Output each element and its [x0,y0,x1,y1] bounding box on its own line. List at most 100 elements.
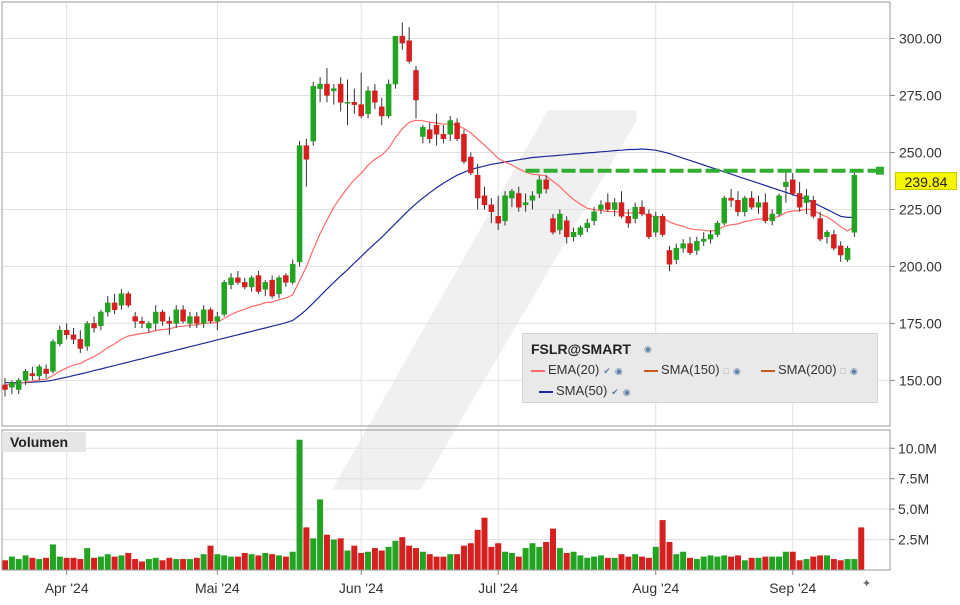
candle-body [666,250,673,265]
date-tick-label: Apr '24 [45,580,89,596]
candle-body [214,316,221,322]
volume-bar [337,538,344,570]
candle-body [536,179,543,194]
candle-body [673,247,680,260]
candle-body [406,40,412,62]
candle-body [783,181,789,187]
volume-bar [43,557,50,570]
candle-body [118,293,125,306]
candle-body [413,70,419,101]
settings-icon[interactable]: ◉ [615,366,623,376]
candle-body [29,373,36,377]
candle-body [440,133,447,140]
candle-body [317,83,323,89]
candle-body [447,120,453,135]
volume-tick-label: 10.0M [898,440,937,456]
volume-bar [221,555,228,570]
volume-bar [782,551,789,570]
candle-body [639,206,645,215]
legend-item-ema20[interactable]: EMA(20) ✔ ◉ [531,362,623,377]
candle-body [762,202,769,222]
checkbox-icon[interactable]: □ [724,366,729,376]
candle-body [296,145,303,263]
price-tick-label: 275.00 [899,87,942,103]
candle-body [694,241,700,251]
volume-bar [152,557,159,570]
indicator-legend: FSLR@SMART ◉ EMA(20) ✔ ◉ SMA(150) □ ◉ SMA(20… [522,333,878,403]
candle-body [242,282,248,288]
check-icon[interactable]: ✔ [611,387,619,397]
volume-bar [433,556,440,570]
scroll-right-icon[interactable]: ✦ [862,577,871,590]
volume-bar [2,560,8,570]
candle-body [776,195,782,215]
candle-body [255,275,262,292]
volume-bar [693,559,700,570]
volume-bar [193,557,200,570]
volume-bar [84,548,91,570]
candle-body [91,323,97,329]
settings-icon[interactable]: ◉ [733,366,741,376]
watermark-logo [332,110,637,490]
volume-panel-label: Volumen [2,432,86,452]
candle-body [721,197,727,224]
candle-body [132,316,138,322]
volume-bar [419,551,426,570]
legend-item-sma200[interactable]: SMA(200) □ ◉ [761,362,858,377]
candle-body [646,213,652,238]
volume-bar [97,556,104,570]
settings-icon[interactable]: ◉ [850,366,858,376]
check-icon[interactable]: ✔ [603,366,611,376]
price-tick-label: 300.00 [899,30,942,46]
candle-body [399,35,406,44]
candle-body [584,222,590,228]
volume-bar [447,554,454,570]
volume-bar [330,539,337,570]
volume-bar [15,559,22,570]
volume-bar [741,560,748,570]
volume-bar [721,555,728,570]
volume-bar [639,556,646,570]
volume-bar [844,559,851,570]
legend-pin-icon[interactable]: ◉ [644,344,652,355]
volume-bar [132,559,139,570]
fslr-chart-svg: 150.00 175.00 200.00 225.00 250.00 275.00 300.… [1,1,942,596]
candle-body [591,211,597,222]
legend-item-sma50[interactable]: SMA(50) ✔ ◉ [539,383,631,398]
candle-body [509,190,515,199]
candle-body [276,277,282,295]
volume-bar [323,534,330,570]
legend-label-sma150: SMA(150) [661,362,720,377]
candle-body [707,234,714,240]
volume-bar [748,557,755,570]
candle-body [605,202,611,210]
volume-bar [358,552,365,570]
volume-bar [659,520,666,570]
volume-bar [63,557,70,570]
volume-bar [577,555,584,570]
candle-body [502,195,508,222]
candle-body [344,102,351,104]
volume-bar [769,556,776,570]
volume-bar [262,552,269,570]
volume-bar [111,556,118,570]
volume-bar [207,545,214,570]
settings-icon[interactable]: ◉ [623,387,631,397]
candle-body [831,234,837,249]
volume-bar [851,559,858,570]
legend-item-sma150[interactable]: SMA(150) □ ◉ [644,362,741,377]
volume-bar [173,559,180,570]
candle-body [810,200,817,217]
candle-body [653,216,659,233]
candle-body [426,129,433,140]
legend-label-sma200: SMA(200) [778,362,837,377]
volume-bar [714,556,721,570]
sma150-swatch [644,369,658,372]
candle-body [495,216,501,224]
candle-body [851,174,858,233]
legend-label-ema20: EMA(20) [548,362,600,377]
volume-bar [618,554,625,570]
checkbox-icon[interactable]: □ [841,366,846,376]
candle-body [337,83,344,103]
volume-bar [454,554,461,570]
